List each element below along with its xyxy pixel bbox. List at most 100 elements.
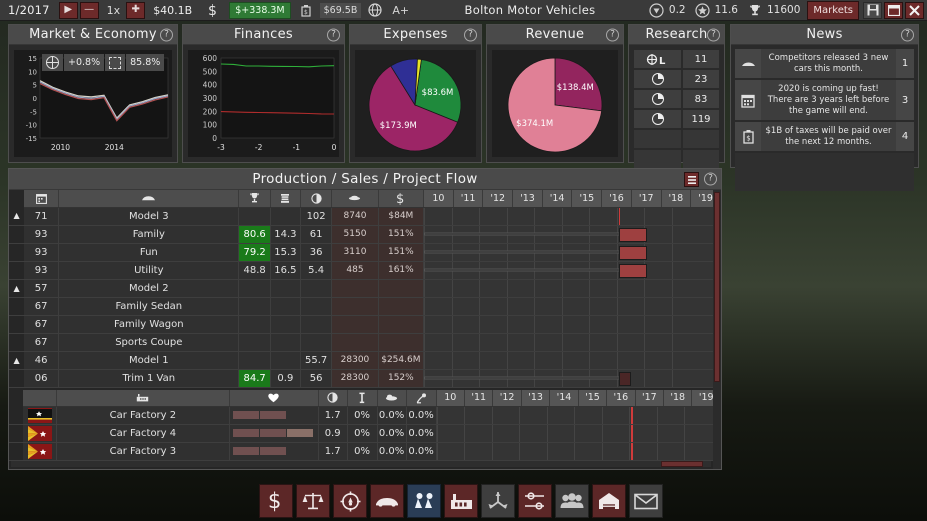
hscrollbar-thumb[interactable] [661,461,703,467]
market-share-pill[interactable] [105,54,125,71]
pause-button[interactable]: — [80,2,99,19]
table-row[interactable]: 67Sports Coupe [9,333,721,351]
help-icon[interactable]: ? [160,28,173,41]
factory-timeline[interactable] [436,425,720,443]
horizontal-scrollbar[interactable] [11,461,711,467]
table-row[interactable]: 93Fun79.215.3363110151% [9,243,721,261]
table-row[interactable]: 06Trim 1 Van84.70.95628300152% [9,369,721,387]
cost-col-header[interactable] [270,190,300,207]
factory-row[interactable]: Car Factory 40.90%0.0%0.0% [9,425,721,443]
table-row[interactable]: 93Utility48.816.55.4485161% [9,261,721,279]
factory-row[interactable]: Car Factory 21.70%0.0%0.0% [9,407,721,425]
legal-button[interactable] [296,484,330,518]
help-icon[interactable]: ? [901,28,914,41]
factory-timeline-year-header[interactable]: '11 [464,390,492,407]
save-icon[interactable] [863,2,882,19]
table-row[interactable]: 67Family Sedan [9,297,721,315]
table-row[interactable]: 93Family80.614.3615150151% [9,225,721,243]
help-icon[interactable]: ? [327,28,340,41]
row-timeline[interactable] [424,333,721,351]
components-button[interactable] [407,484,441,518]
factories-button[interactable] [444,484,478,518]
chemical-col-header[interactable] [406,390,436,407]
timeline-year-header[interactable]: '14 [542,190,572,207]
mail-button[interactable] [629,484,663,518]
vertical-scrollbar[interactable] [713,190,721,469]
expand-toggle[interactable]: ▲ [9,279,24,297]
row-timeline[interactable] [424,315,721,333]
settings-button[interactable] [518,484,552,518]
date-col-header[interactable] [24,190,59,207]
factory-timeline-year-header[interactable]: '13 [521,390,549,407]
factory-timeline-year-header[interactable]: '17 [635,390,663,407]
row-timeline[interactable] [424,243,721,261]
expand-toggle[interactable]: ▲ [9,351,24,369]
row-timeline[interactable] [424,297,721,315]
rating-col-header[interactable] [239,190,270,207]
speed-col-header[interactable] [300,190,331,207]
distribution-button[interactable] [481,484,515,518]
dealership-button[interactable] [592,484,626,518]
research-row[interactable] [634,130,719,148]
row-timeline[interactable] [424,225,721,243]
gantt-block[interactable] [619,372,631,386]
factory-row[interactable]: Car Factory 31.70%0.0%0.0% [9,443,721,461]
help-icon[interactable]: ? [464,28,477,41]
model-col-header[interactable] [59,190,239,207]
row-timeline[interactable] [424,261,721,279]
help-icon[interactable]: ? [707,28,720,41]
pollution-col-header[interactable] [377,390,406,407]
money-col-header[interactable]: $ [378,190,423,207]
globe-icon[interactable] [366,2,383,19]
play-button[interactable]: ▶ [59,2,78,19]
row-timeline[interactable] [424,279,721,297]
factory-timeline-year-header[interactable]: '12 [493,390,521,407]
timeline-year-header[interactable]: '15 [572,190,602,207]
news-item[interactable]: Competitors released 3 new cars this mon… [735,49,914,79]
market-growth-pill[interactable] [42,54,63,71]
row-timeline[interactable] [424,207,721,225]
vehicles-button[interactable] [370,484,404,518]
help-icon[interactable]: ? [704,173,717,186]
finances-button[interactable]: $ [259,484,293,518]
factory-timeline-year-header[interactable]: 10 [436,390,464,407]
units-col-header[interactable] [332,190,378,207]
list-icon[interactable] [684,172,699,187]
workers-col-header[interactable] [347,390,377,407]
table-row[interactable]: ▲57Model 2 [9,279,721,297]
factory-timeline-year-header[interactable]: '14 [550,390,578,407]
output-col-header[interactable] [318,390,347,407]
condition-col-header[interactable] [229,390,318,407]
research-row[interactable]: 119 [634,110,719,128]
factory-timeline-year-header[interactable]: '15 [578,390,606,407]
marketing-button[interactable] [333,484,367,518]
news-item[interactable]: 2020 is coming up fast! There are 3 year… [735,80,914,121]
timeline-year-header[interactable]: '13 [513,190,543,207]
research-row[interactable]: 23 [634,70,719,88]
timeline-year-header[interactable]: '16 [602,190,632,207]
table-row[interactable]: 67Family Wagon [9,315,721,333]
staff-button[interactable] [555,484,589,518]
gantt-block[interactable] [619,246,647,260]
gantt-block[interactable] [619,264,647,278]
factory-timeline-year-header[interactable]: '16 [607,390,635,407]
window-icon[interactable] [884,2,903,19]
speed-up-button[interactable]: ✚ [126,2,145,19]
expand-toggle[interactable]: ▲ [9,207,24,225]
gantt-block[interactable] [619,228,647,242]
factory-timeline[interactable] [436,443,720,461]
timeline-year-header[interactable]: 10 [424,190,454,207]
factory-col-header[interactable] [57,390,230,407]
markets-button[interactable]: Markets [807,1,859,20]
scrollbar-thumb[interactable] [714,192,720,382]
research-row[interactable]: L11 [634,50,719,68]
research-row[interactable] [634,150,719,168]
timeline-year-header[interactable]: '17 [631,190,661,207]
research-row[interactable]: 83 [634,90,719,108]
help-icon[interactable]: ? [606,28,619,41]
row-timeline[interactable] [424,351,721,369]
table-row[interactable]: ▲46Model 155.728300$254.6M [9,351,721,369]
close-icon[interactable] [905,2,924,19]
timeline-year-header[interactable]: '18 [661,190,691,207]
row-timeline[interactable] [424,369,721,387]
